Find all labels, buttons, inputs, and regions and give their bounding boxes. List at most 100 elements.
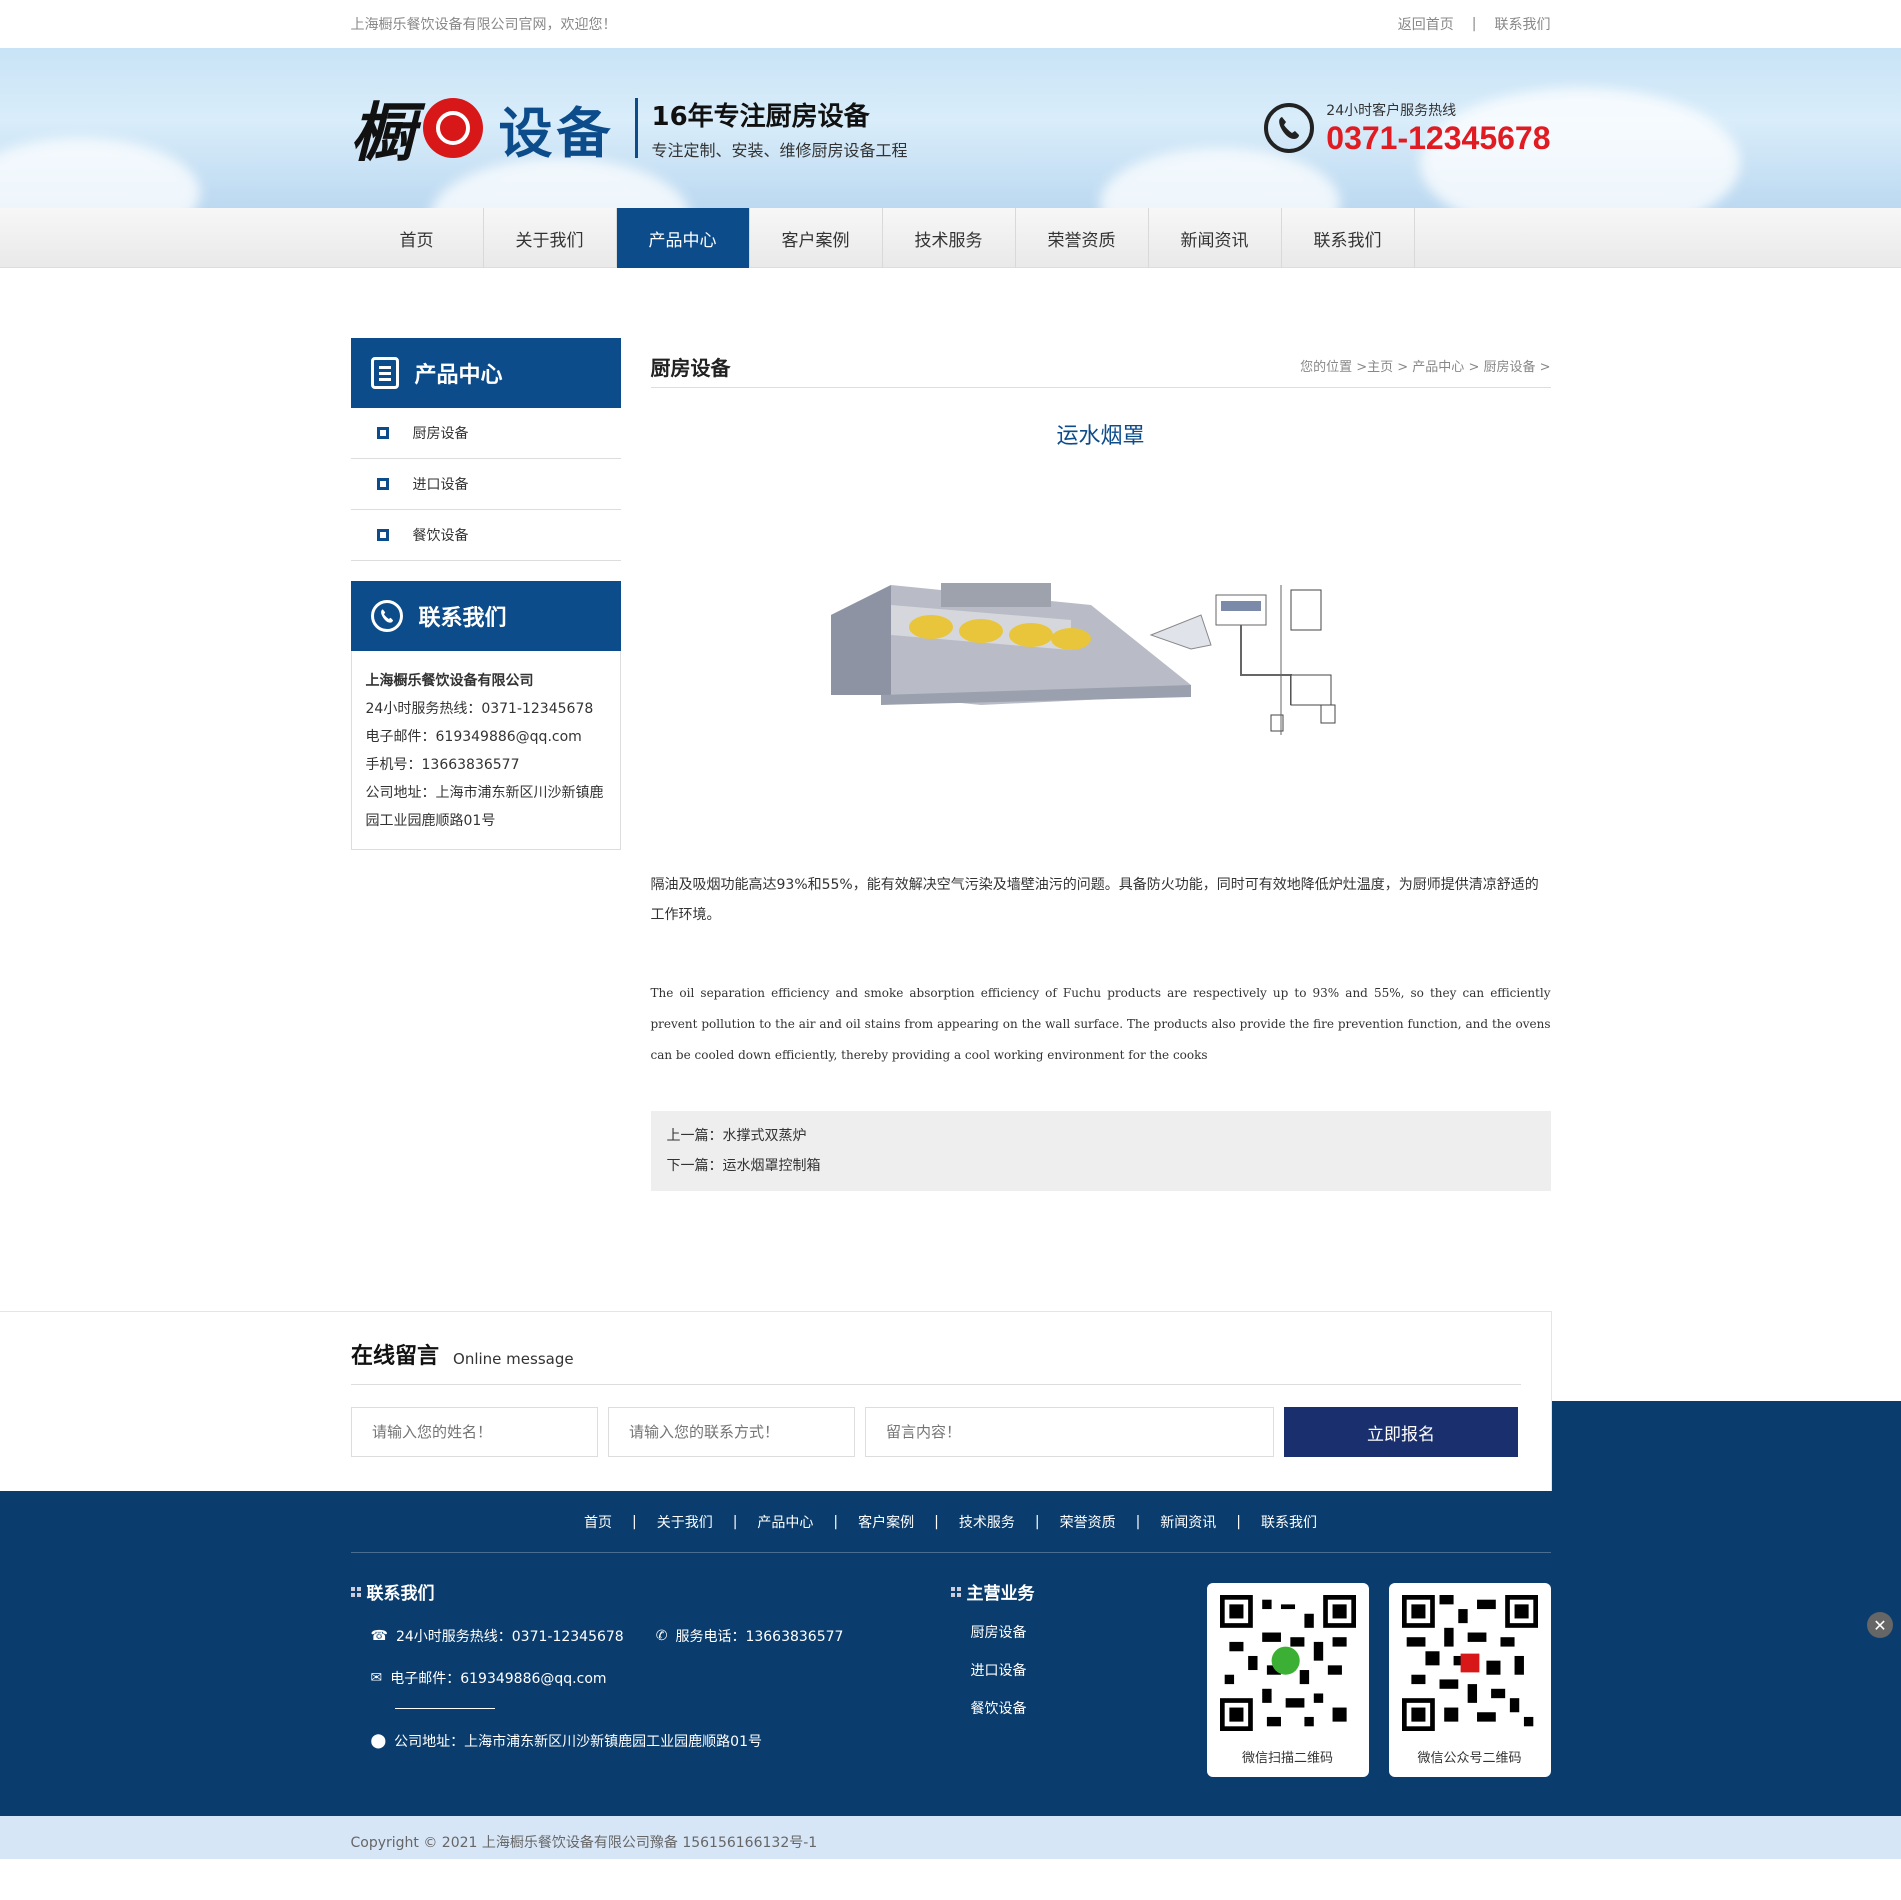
footer-nav-contact[interactable]: 联系我们 [1241,1512,1337,1532]
next-link[interactable]: 下一篇：运水烟罩控制箱 [667,1151,1535,1181]
header-banner: 橱 设备 16年专注厨房设备 专注定制、安装、维修厨房设备工程 24小时客户服务… [0,48,1901,208]
description-en: The oil separation efficiency and smoke … [650,986,1551,1062]
phone-icon [370,600,403,632]
main-area: 产品中心 厨房设备 进口设备 餐饮设备 联系我们 上海橱乐餐饮设备有限公司 24… [0,338,1901,1191]
footer-biz-item[interactable]: 厨房设备 [951,1622,1211,1642]
nav-honors[interactable]: 荣誉资质 [1016,208,1149,268]
category-label: 餐饮设备 [412,528,469,544]
footer-biz-item[interactable]: 进口设备 [951,1660,1211,1680]
nav-products[interactable]: 产品中心 [616,208,750,268]
footer-nav-news[interactable]: 新闻资讯 [1140,1512,1236,1532]
name-input[interactable] [351,1407,598,1457]
bullet-icon [376,478,389,490]
footer-service-phone: 服务电话：13663836577 [675,1629,844,1645]
content-header: 厨房设备 您的位置 >主页 > 产品中心 > 厨房设备 > [650,338,1551,388]
contact-mobile: 手机号：13663836577 [365,757,520,773]
nav-tech[interactable]: 技术服务 [883,208,1016,268]
footer-nav-home[interactable]: 首页 [564,1512,632,1532]
footer-nav-about[interactable]: 关于我们 [637,1512,733,1532]
qr-caption: 微信扫描二维码 [1241,1751,1333,1766]
top-bar: 上海橱乐餐饮设备有限公司官网，欢迎您！ 返回首页 | 联系我们 [0,0,1901,48]
breadcrumb[interactable]: 您的位置 >主页 > 产品中心 > 厨房设备 > [1300,356,1550,375]
slogan: 16年专注厨房设备 专注定制、安装、维修厨房设备工程 [652,96,908,161]
sidebar: 产品中心 厨房设备 进口设备 餐饮设备 联系我们 上海橱乐餐饮设备有限公司 24… [350,338,621,1191]
hotline-number: 0371-12345678 [1326,119,1551,156]
welcome-text: 上海橱乐餐饮设备有限公司官网，欢迎您！ [350,17,617,33]
message-section: 在线留言 Online message 立即报名 [0,1311,1901,1491]
footer-address-row: ⬤ 公司地址：上海市浦东新区川沙新镇鹿园工业园鹿顺路01号 [351,1731,951,1751]
contact-header: 联系我们 [350,581,621,651]
message-title: 在线留言 [351,1344,440,1369]
category-label: 厨房设备 [412,426,469,442]
footer-body: 联系我们 ☎ 24小时服务热线：0371-12345678 ✆ 服务电话：136… [350,1553,1551,1815]
bullet-icon [376,529,389,541]
slogan-main: 16年专注厨房设备 [651,101,870,132]
section-title: 厨房设备 [650,356,731,380]
content-input[interactable] [865,1407,1274,1457]
qr-caption: 微信公众号二维码 [1417,1751,1522,1766]
close-icon[interactable]: ✕ [1867,1612,1893,1638]
nav-about[interactable]: 关于我们 [484,208,617,268]
hotline: 24小时客户服务热线 0371-12345678 [1264,100,1551,157]
footer-contact: 联系我们 ☎ 24小时服务热线：0371-12345678 ✆ 服务电话：136… [350,1579,951,1815]
list-icon [370,357,399,389]
footer-hotline: 24小时服务热线：0371-12345678 [395,1629,624,1645]
footer-business: 主营业务 厨房设备 进口设备 餐饮设备 [950,1579,1211,1815]
nav-contact[interactable]: 联系我们 [1282,208,1415,268]
logo-character: 橱 [350,96,415,171]
hotline-label: 24小时客户服务热线 [1326,102,1457,119]
product-center-header: 产品中心 [350,338,621,408]
main-nav: 首页 关于我们 产品中心 客户案例 技术服务 荣誉资质 新闻资讯 联系我们 [0,208,1901,268]
content: 厨房设备 您的位置 >主页 > 产品中心 > 厨房设备 > 运水烟罩 隔油及吸烟… [650,338,1551,1191]
contact-details: 上海橱乐餐饮设备有限公司 24小时服务热线：0371-12345678 电子邮件… [350,651,621,850]
footer-nav-products[interactable]: 产品中心 [737,1512,833,1532]
product-image [651,450,1551,870]
description-cn: 隔油及吸烟功能高达93%和55%，能有效解决空气污染及墙壁油污的问题。具备防火功… [650,877,1539,923]
message-form: 立即报名 [351,1407,1521,1457]
contact-box: 联系我们 上海橱乐餐饮设备有限公司 24小时服务热线：0371-12345678… [350,581,621,850]
footer-phones: ☎ 24小时服务热线：0371-12345678 ✆ 服务电话：13663836… [351,1626,951,1646]
footer-contact-title: 联系我们 [350,1579,951,1604]
product-center-title: 产品中心 [414,363,503,388]
nav-home[interactable]: 首页 [351,208,484,268]
prev-next: 上一篇：水撑式双蒸炉 下一篇：运水烟罩控制箱 [650,1111,1551,1191]
copyright-bar: Copyright © 2021 上海橱乐餐饮设备有限公司豫备 15615616… [0,1816,1901,1859]
footer-nav-tech[interactable]: 技术服务 [939,1512,1035,1532]
top-links: 返回首页 | 联系我们 [1398,14,1551,34]
company-name: 上海橱乐餐饮设备有限公司 [365,673,534,689]
qr-code-icon [1219,1595,1356,1731]
message-header: 在线留言 Online message [351,1311,1521,1385]
nav-cases[interactable]: 客户案例 [750,208,883,268]
contact-email: 电子邮件：619349886@qq.com [365,729,582,745]
logo-seal-icon [422,98,483,158]
contact-input[interactable] [608,1407,855,1457]
footer-nav-honors[interactable]: 荣誉资质 [1040,1512,1136,1532]
contact-title: 联系我们 [418,606,507,631]
footer-nav-cases[interactable]: 客户案例 [838,1512,934,1532]
contact-link[interactable]: 联系我们 [1495,14,1551,34]
footer-biz-item[interactable]: 餐饮设备 [951,1698,1211,1718]
contact-address: 公司地址：上海市浦东新区川沙新镇鹿园工业园鹿顺路01号 [365,785,604,829]
category-import[interactable]: 进口设备 [350,459,621,510]
qr-code-icon [1401,1595,1538,1731]
message-subtitle: Online message [453,1350,574,1368]
prev-link[interactable]: 上一篇：水撑式双蒸炉 [667,1121,1535,1151]
footer-email-row: ✉ 电子邮件：619349886@qq.com [351,1668,951,1688]
product-title: 运水烟罩 [1056,424,1145,449]
home-link[interactable]: 返回首页 [1398,14,1454,34]
footer-nav: 首页 | 关于我们 | 产品中心 | 客户案例 | 技术服务 | 荣誉资质 | 新闻资讯 | … [350,1491,1551,1553]
footer-address: 公司地址：上海市浦东新区川沙新镇鹿园工业园鹿顺路01号 [394,1734,762,1750]
mail-icon: ✉ [370,1670,383,1686]
category-kitchen[interactable]: 厨房设备 [350,408,621,459]
telephone-icon: ☎ [370,1628,388,1644]
footer-biz-title: 主营业务 [950,1579,1211,1604]
footer-email: 电子邮件：619349886@qq.com [390,1671,607,1687]
phone-icon [1264,103,1315,153]
contact-hotline: 24小时服务热线：0371-12345678 [365,701,594,717]
logo-word: 设备 [498,100,615,165]
wechat-scan-qr: 微信扫描二维码 [1206,1583,1369,1777]
nav-news[interactable]: 新闻资讯 [1149,208,1282,268]
category-catering[interactable]: 餐饮设备 [350,510,621,561]
submit-button[interactable]: 立即报名 [1284,1407,1518,1457]
footer-divider [394,1708,495,1709]
